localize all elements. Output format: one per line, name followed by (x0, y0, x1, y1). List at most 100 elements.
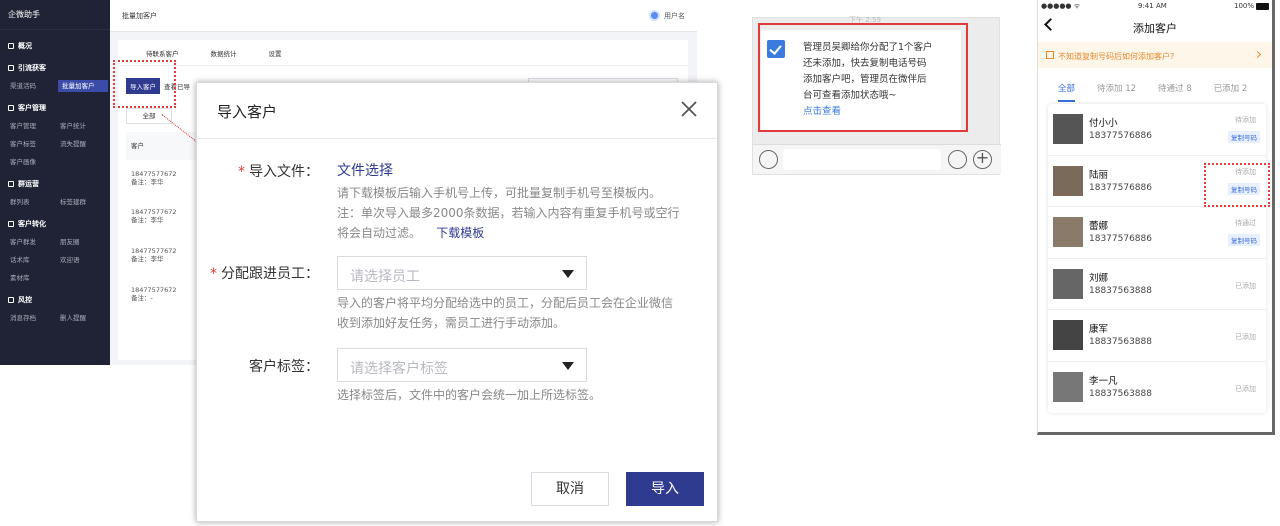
list-item: 刘娜 18837563888 已添加 (1048, 259, 1266, 310)
contact-list: 付小小 18377576886 待添加 复制号码 陆丽 18377576886 … (1048, 104, 1266, 413)
phone-title: 添加客户 (1133, 22, 1177, 35)
plus-icon[interactable]: + (973, 150, 992, 169)
battery-label: 100% (1233, 2, 1254, 10)
table-row: 18477577672 备注：- (131, 286, 177, 302)
avatar (1053, 217, 1083, 247)
highlight-frame (758, 23, 968, 132)
sidebar-item-customer-tags[interactable]: 客户标签 (8, 138, 58, 150)
table-row: 18477577672 备注：李华 (131, 247, 177, 263)
file-select-link[interactable]: 文件选择 (337, 163, 393, 179)
import-modal: 导入客户 * 导入文件： 文件选择 请下载模板后输入手机号上传，可批量复制手机号至… (196, 82, 718, 522)
user-name: 用户名 (664, 11, 685, 20)
sidebar-group-title: 引流获客 (18, 64, 46, 72)
overview-icon (8, 43, 14, 49)
sidebar-group-acquisition: 引流获客 渠道活码 批量加客户 (0, 52, 110, 92)
copy-number-button[interactable]: 复制号码 (1228, 131, 1260, 143)
sidebar-item-customer-profile[interactable]: 客户画像 (8, 156, 58, 168)
user-menu[interactable]: 用户名 (649, 10, 685, 21)
tag-hint: 选择标签后，文件中的客户会统一加上所选标签。 (337, 388, 602, 402)
battery-icon (1256, 3, 1269, 10)
avatar (1053, 320, 1083, 350)
close-icon[interactable] (677, 97, 701, 121)
sidebar-group-conversion: 客户转化 客户群发 朋友圈 话术库 欢迎语 素材库 (0, 208, 110, 284)
status-badge: 待通过 (1235, 219, 1256, 227)
status-badge: 已添加 (1235, 281, 1256, 290)
sidebar-item-scripts[interactable]: 话术库 (8, 254, 58, 266)
nav-bar: 添加客户 (1038, 14, 1272, 42)
import-button[interactable]: 导入 (626, 472, 704, 506)
tab-all[interactable]: 全部 (1058, 82, 1076, 102)
risk-icon (8, 297, 14, 303)
topbar: 批量加客户 用户名 (110, 0, 697, 32)
sidebar-item-welcome[interactable]: 欢迎语 (58, 254, 108, 266)
table-header: 客户 (126, 132, 196, 160)
tab-pending-add[interactable]: 待添加 12 (1097, 82, 1136, 94)
staff-hint: 导入的客户将平均分配给选中的员工，分配后员工会在企业微信 收到添加好友任务，需员… (337, 296, 674, 330)
tab-pending-approval[interactable]: 待通过 8 (1158, 82, 1192, 94)
phone-tabs: 全部 待添加 12 待通过 8 已添加 2 (1038, 68, 1272, 108)
staff-select[interactable]: 请选择员工 (337, 256, 587, 290)
highlight-frame (113, 60, 176, 108)
sidebar-item-tag-group[interactable]: 标签建群 (58, 196, 108, 208)
sidebar-item-materials[interactable]: 素材库 (8, 272, 58, 284)
avatar (1053, 268, 1083, 299)
sidebar-group-title: 客户转化 (18, 220, 46, 228)
table-row: 18477577672 备注：李华 (131, 208, 177, 224)
tab-settings[interactable]: 设置 (269, 48, 282, 58)
page-title: 批量加客户 (122, 12, 157, 20)
voice-icon[interactable] (759, 150, 778, 169)
sidebar-item-customer-manage[interactable]: 客户管理 (8, 120, 58, 132)
sidebar-item-channel-code[interactable]: 渠道活码 (8, 80, 58, 92)
modal-title: 导入客户 (217, 103, 278, 121)
sidebar-item-churn-alert[interactable]: 流失提醒 (58, 138, 108, 150)
sidebar-item-moments[interactable]: 朋友圈 (58, 236, 108, 248)
modal-header: 导入客户 (197, 83, 717, 139)
sidebar-group-title: 概况 (18, 42, 32, 50)
customer-icon (8, 105, 14, 111)
tab-added[interactable]: 已添加 2 (1214, 82, 1248, 94)
download-template-link[interactable]: 下载模板 (436, 226, 484, 240)
copy-number-button[interactable]: 复制号码 (1228, 234, 1260, 246)
list-item: 李一凡 18837563888 已添加 (1048, 362, 1266, 414)
avatar (1053, 165, 1083, 196)
tab-bar: 待联系客户 数据统计 设置 (118, 40, 688, 66)
sidebar-item-customer-stats[interactable]: 客户统计 (58, 120, 108, 132)
avatar (1053, 114, 1083, 144)
tab-pending-contact[interactable]: 待联系客户 (146, 48, 179, 58)
sidebar-group-risk: 风控 消息存档 删人提醒 (0, 284, 110, 324)
sidebar-item-batch-add[interactable]: 批量加客户 (58, 80, 108, 92)
sidebar-item-group-list[interactable]: 群列表 (8, 196, 58, 208)
chat-input-bar: + (753, 144, 1001, 174)
chat-input[interactable] (783, 149, 941, 170)
file-label: * 导入文件： (238, 164, 319, 180)
sidebar-item-mass-send[interactable]: 客户群发 (8, 236, 58, 248)
tip-banner[interactable]: 不知道复制号码后如何添加客户? (1038, 42, 1272, 68)
signal-icon: ●●●●● ᯤ (1041, 2, 1081, 10)
status-badge: 已添加 (1235, 333, 1256, 341)
tag-label: 客户标签： (249, 359, 319, 375)
phone-screen: ●●●●● ᯤ 9:41 AM 100% 添加客户 不知道复制号码后如何添加客户… (1037, 0, 1275, 435)
conversion-icon (8, 221, 14, 227)
status-bar: ●●●●● ᯤ 9:41 AM 100% (1038, 0, 1272, 14)
tab-stats[interactable]: 数据统计 (211, 48, 237, 58)
avatar (1053, 371, 1083, 402)
sidebar-group-overview[interactable]: 概况 (0, 30, 110, 52)
status-badge: 待添加 (1235, 116, 1256, 124)
file-hint: 请下载模板后输入手机号上传，可批量复制手机号至模板内。 注：单次导入最多2000… (337, 186, 680, 240)
status-time: 9:41 AM (1138, 2, 1167, 10)
sidebar-group-customer: 客户管理 客户管理 客户统计 客户标签 流失提醒 客户画像 (0, 92, 110, 168)
highlight-frame (1204, 163, 1270, 207)
cancel-button[interactable]: 取消 (531, 472, 609, 506)
acquisition-icon (8, 65, 14, 71)
sidebar-group-title: 群运营 (18, 180, 39, 188)
emoji-icon[interactable] (948, 150, 967, 169)
sidebar-item-delete-alert[interactable]: 删人提醒 (58, 312, 108, 324)
status-badge: 已添加 (1235, 384, 1256, 393)
sidebar-item-message-archive[interactable]: 消息存档 (8, 312, 58, 324)
speaker-icon (1046, 51, 1054, 59)
required-mark: * (210, 266, 217, 282)
sidebar-group-group-ops: 群运营 群列表 标签建群 (0, 168, 110, 208)
list-item: 付小小 18377576886 待添加 复制号码 (1048, 104, 1266, 156)
tag-select[interactable]: 请选择客户标签 (337, 348, 587, 382)
sidebar-group-title: 风控 (18, 296, 32, 304)
